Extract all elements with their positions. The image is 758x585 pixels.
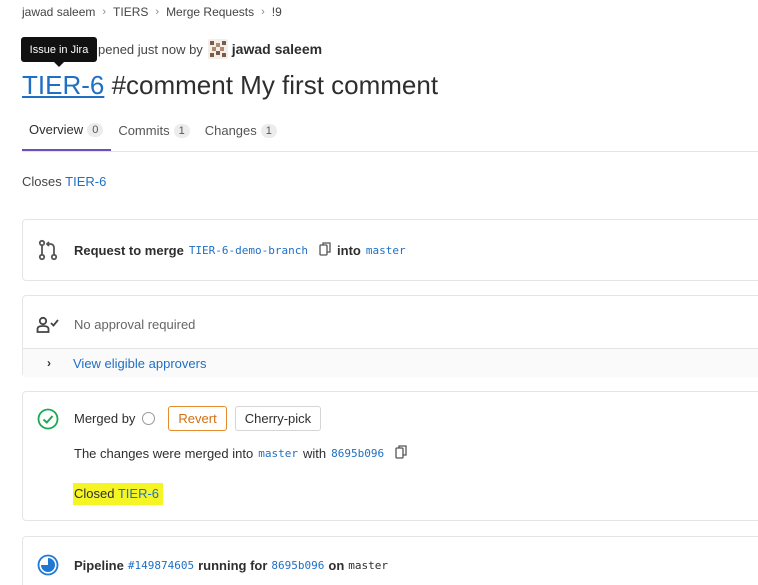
- breadcrumb-item-user[interactable]: jawad saleem: [22, 5, 95, 19]
- title-text: #comment My first comment: [104, 70, 439, 100]
- mr-tabs: Overview 0 Commits 1 Changes 1: [22, 110, 758, 152]
- breadcrumb-separator: ›: [261, 6, 265, 18]
- pipeline-id[interactable]: #149874605: [128, 559, 194, 572]
- source-branch[interactable]: TIER-6-demo-branch: [189, 244, 308, 257]
- author-avatar[interactable]: [207, 39, 228, 59]
- closed-issue-link[interactable]: TIER-6: [118, 486, 159, 501]
- tab-changes[interactable]: Changes 1: [198, 110, 285, 151]
- merged-target-branch[interactable]: master: [258, 447, 298, 460]
- approval-panel: No approval required › View eligible app…: [22, 295, 758, 377]
- pipeline-text: Pipeline #149874605 running for 8695b096…: [74, 558, 392, 573]
- revert-button[interactable]: Revert: [168, 406, 227, 431]
- pipeline-panel: Pipeline #149874605 running for 8695b096…: [22, 536, 758, 585]
- approvers-toggle[interactable]: › View eligible approvers: [23, 348, 758, 377]
- copy-icon[interactable]: [395, 445, 407, 462]
- merge-request-into: into: [337, 242, 361, 258]
- chevron-right-icon[interactable]: ›: [47, 356, 51, 370]
- closed-prefix: Closed: [74, 486, 115, 501]
- cherry-pick-button[interactable]: Cherry-pick: [234, 406, 322, 431]
- breadcrumb-item-mr-id[interactable]: !9: [272, 5, 282, 19]
- merge-request-text: Request to merge TIER-6-demo-branch into…: [74, 241, 411, 259]
- copy-icon[interactable]: [319, 241, 331, 259]
- breadcrumb-separator: ›: [102, 6, 107, 18]
- closes-info: Closes TIER-6: [22, 174, 106, 189]
- breadcrumb-item-merge-requests[interactable]: Merge Requests: [166, 5, 254, 19]
- pipeline-status: running for: [198, 557, 268, 573]
- breadcrumb: jawad saleem › TIERS › Merge Requests › …: [22, 5, 282, 19]
- merge-request-prefix: Request to merge: [74, 242, 184, 258]
- merge-details: The changes were merged into master with…: [74, 445, 413, 462]
- target-branch[interactable]: master: [366, 244, 406, 257]
- tab-changes-count: 1: [260, 123, 277, 138]
- title-issue-link[interactable]: TIER-6: [22, 70, 104, 100]
- loading-spinner-icon: [142, 412, 156, 425]
- closes-prefix: Closes: [22, 174, 62, 189]
- view-approvers-link[interactable]: View eligible approvers: [73, 356, 206, 371]
- pipeline-running-icon[interactable]: [36, 553, 60, 577]
- pipeline-on: on: [328, 557, 345, 573]
- tab-changes-label: Changes: [204, 123, 257, 138]
- merged-panel: Merged by Revert Cherry-pick The changes…: [22, 391, 758, 521]
- merge-details-with: with: [302, 446, 327, 461]
- author-name[interactable]: jawad saleem: [232, 41, 322, 57]
- pipeline-branch[interactable]: master: [348, 559, 388, 572]
- merge-request-panel: Request to merge TIER-6-demo-branch into…: [22, 219, 758, 281]
- pipeline-prefix: Pipeline: [74, 557, 124, 573]
- tab-commits[interactable]: Commits 1: [111, 110, 197, 151]
- tab-overview[interactable]: Overview 0: [22, 110, 112, 151]
- pipeline-commit[interactable]: 8695b096: [271, 559, 324, 572]
- opened-info: pened just now by jawad saleem: [98, 39, 322, 59]
- approval-icon: [36, 312, 60, 336]
- closed-highlight: Closed TIER-6: [73, 483, 164, 505]
- merged-by-label: Merged by: [74, 411, 136, 426]
- page-title: TIER-6 #comment My first comment: [22, 70, 438, 101]
- tab-commits-count: 1: [173, 123, 190, 138]
- breadcrumb-separator: ›: [155, 6, 160, 18]
- tab-commits-label: Commits: [118, 123, 170, 138]
- jira-issue-tooltip: Issue in Jira: [21, 37, 97, 67]
- closed-issues: Closed TIER-6: [73, 483, 164, 505]
- breadcrumb-item-project[interactable]: TIERS: [113, 5, 148, 19]
- approval-status: No approval required: [74, 316, 196, 332]
- closes-issue-link[interactable]: TIER-6: [65, 174, 106, 189]
- tab-overview-count: 0: [87, 122, 104, 137]
- opened-text: pened just now by: [98, 41, 203, 57]
- tab-overview-label: Overview: [29, 122, 84, 137]
- merge-details-prefix: The changes were merged into: [74, 446, 254, 461]
- success-check-icon: [36, 407, 60, 431]
- merge-commit-sha[interactable]: 8695b096: [331, 447, 384, 460]
- git-merge-icon: [36, 238, 60, 262]
